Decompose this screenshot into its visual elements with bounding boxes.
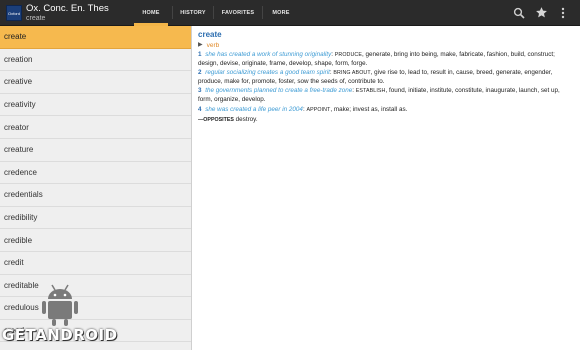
part-of-speech: verb (206, 42, 220, 49)
list-item[interactable]: creditable (0, 275, 191, 298)
sense-example: she was created a life peer in 2004 (205, 105, 303, 113)
app-title: Ox. Conc. En. Thes (26, 3, 109, 14)
opposites-line: —OPPOSITES destroy. (198, 116, 574, 125)
list-item[interactable]: creativity (0, 94, 191, 117)
opposites-label: —OPPOSITES (198, 117, 234, 124)
example-colon: : (352, 87, 355, 95)
sense-example: the governments planned to create a free… (205, 87, 353, 95)
app-logo-icon[interactable]: Oxford (6, 5, 22, 21)
sense-number: 4 (198, 105, 202, 113)
sense-number: 3 (198, 87, 202, 95)
list-item[interactable]: credibility (0, 207, 191, 230)
entry-panel: create ▶ verb 1 she has created a work o… (193, 26, 580, 350)
sense-core-synonym[interactable]: PRODUCE (335, 52, 362, 58)
opposites-text: destroy. (233, 116, 258, 124)
sense-2: 2 regular socializing creates a good tea… (198, 69, 574, 86)
example-colon: : (302, 105, 305, 113)
example-colon: : (329, 69, 332, 77)
app-subtitle: create (26, 15, 46, 22)
app-title-block[interactable]: Ox. Conc. En. Thes create (26, 0, 122, 25)
list-item[interactable]: creature (0, 139, 191, 162)
sense-4: 4 she was created a life peer in 2004: A… (198, 106, 574, 115)
action-icons (508, 0, 580, 25)
sense-core-synonym[interactable]: APPOINT (306, 107, 330, 113)
list-item[interactable]: creative (0, 71, 191, 94)
list-item[interactable]: credulous (0, 297, 191, 320)
play-arrow-icon[interactable]: ▶ (198, 41, 203, 50)
sense-example: regular socializing creates a good team … (205, 69, 330, 77)
example-colon: : (331, 51, 334, 58)
list-item[interactable]: credentials (0, 184, 191, 207)
star-icon[interactable] (530, 0, 552, 26)
word-list[interactable]: create creation creative creativity crea… (0, 26, 192, 350)
tab-bar: HOME HISTORY FAVORITES MORE (130, 0, 299, 26)
sense-number: 2 (198, 69, 202, 77)
entry-headword: create (198, 30, 222, 39)
tab-history[interactable]: HISTORY (173, 0, 213, 26)
list-item[interactable]: creation (0, 49, 191, 72)
search-icon[interactable] (508, 0, 530, 26)
tab-home[interactable]: HOME (130, 0, 172, 26)
list-item[interactable]: credible (0, 229, 191, 252)
overflow-menu-icon[interactable] (552, 0, 574, 26)
sense-core-synonym[interactable]: BRING ABOUT (333, 70, 370, 76)
tab-favorites[interactable]: FAVORITES (214, 0, 262, 26)
tab-more[interactable]: MORE (263, 0, 299, 26)
part-of-speech-line: ▶ verb (198, 41, 574, 50)
action-bar: Oxford Ox. Conc. En. Thes create HOME HI… (0, 0, 580, 26)
app-logo-text: Oxford (7, 10, 20, 16)
sense-number: 1 (198, 51, 202, 58)
list-item[interactable]: creator (0, 116, 191, 139)
sense-1: 1 she has created a work of stunning ori… (198, 51, 574, 68)
sense-core-synonym[interactable]: ESTABLISH (356, 88, 386, 94)
sense-example: she has created a work of stunning origi… (205, 51, 332, 58)
sense-3: 3 the governments planned to create a fr… (198, 87, 574, 104)
sense-synonyms: , make; invest as, install as. (330, 105, 408, 113)
list-item[interactable]: credence (0, 162, 191, 185)
list-item[interactable]: credit (0, 252, 191, 275)
list-item-selected[interactable]: create (0, 26, 191, 49)
list-item[interactable]: creed (0, 320, 191, 343)
